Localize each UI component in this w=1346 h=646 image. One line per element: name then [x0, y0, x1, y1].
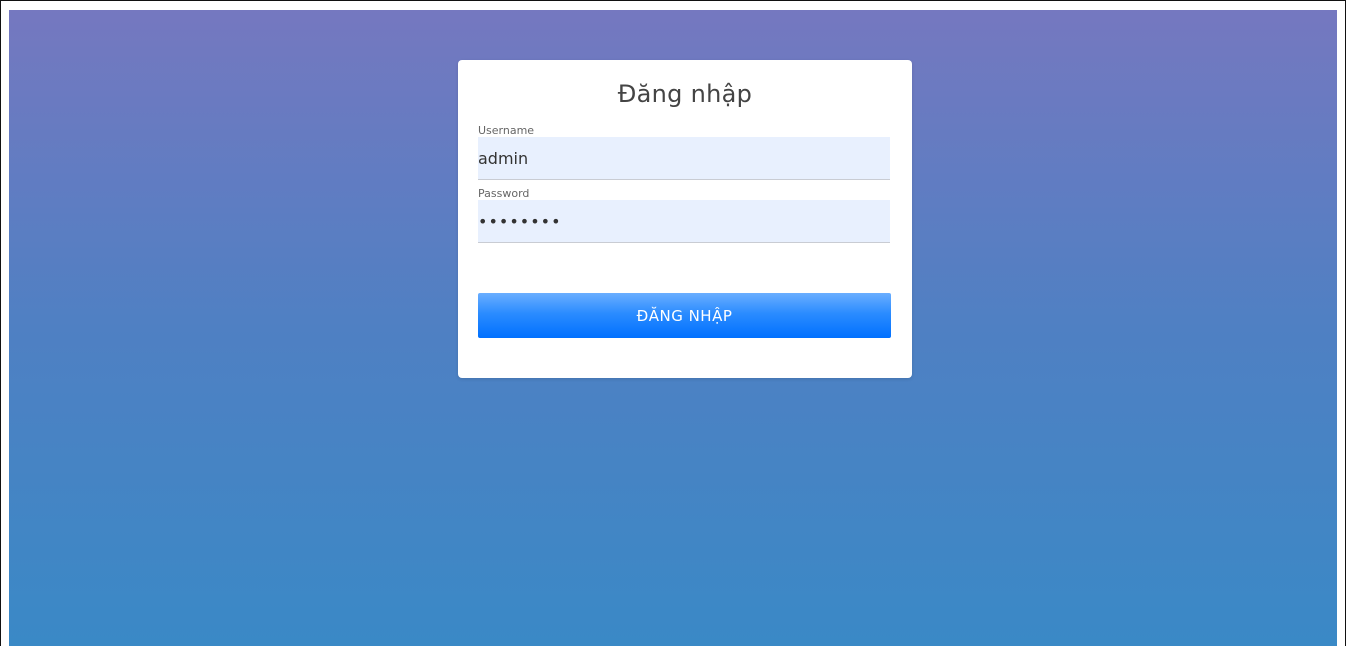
password-input[interactable]: [478, 200, 890, 243]
username-label: Username: [478, 124, 535, 137]
login-page: Đăng nhập Username Password ĐĂNG NHẬP: [9, 10, 1337, 646]
login-card: Đăng nhập Username Password ĐĂNG NHẬP: [458, 60, 912, 378]
password-label: Password: [478, 187, 530, 200]
login-button[interactable]: ĐĂNG NHẬP: [478, 293, 891, 338]
login-title: Đăng nhập: [617, 80, 753, 108]
username-input[interactable]: [478, 137, 890, 180]
